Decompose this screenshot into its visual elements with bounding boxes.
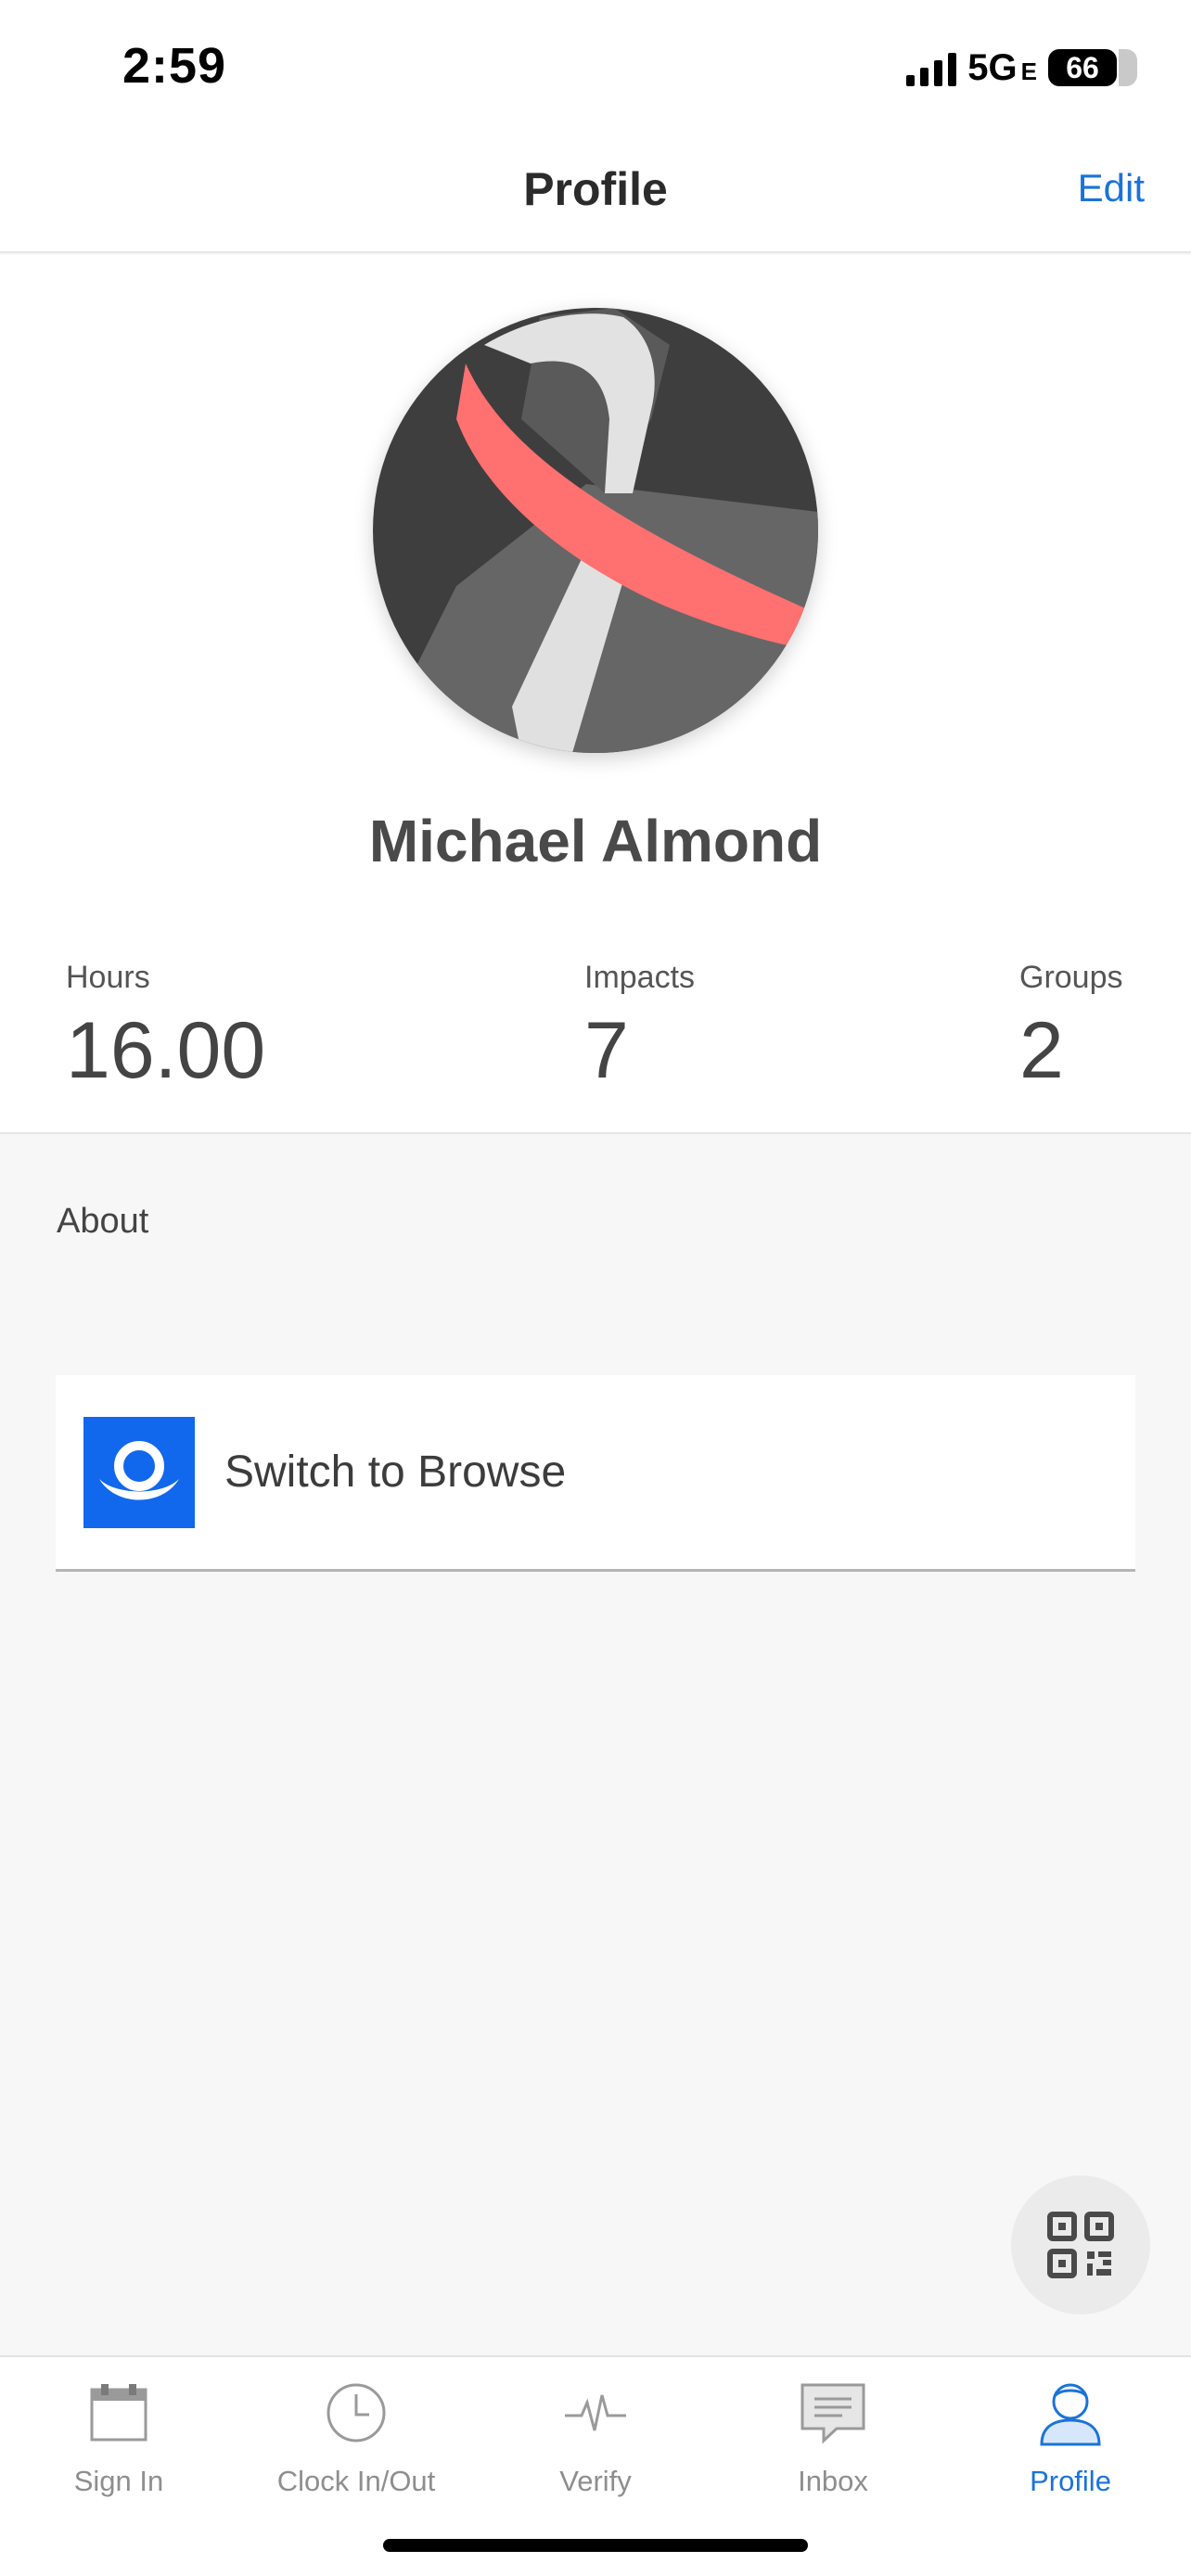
- tab-label: Profile: [1030, 2465, 1111, 2497]
- tab-label: Inbox: [798, 2465, 868, 2497]
- status-bar: 2:59 5G E 66: [0, 0, 1191, 134]
- status-time: 2:59: [122, 38, 227, 94]
- stat-value: 16.00: [66, 1006, 266, 1095]
- stat-label: Hours: [66, 960, 150, 995]
- home-indicator[interactable]: [383, 2539, 808, 2552]
- navigation-header: Profile Edit: [0, 134, 1191, 253]
- stat-value: 7: [584, 1006, 629, 1095]
- profile-screen: 2:59 5G E 66 Profile Edit Michael Almond…: [0, 0, 1191, 2576]
- battery-empty-portion: [1119, 49, 1137, 86]
- user-name: Michael Almond: [368, 808, 823, 874]
- qr-code-icon: [1047, 2212, 1114, 2278]
- tab-clock-in-out[interactable]: Clock In/Out: [237, 2376, 475, 2515]
- calendar-icon: [82, 2376, 156, 2450]
- clock-icon: [319, 2376, 393, 2450]
- stat-label: Groups: [1019, 960, 1123, 995]
- about-heading: About: [57, 1202, 149, 1241]
- awareness-ribbon-avatar-icon: [373, 308, 818, 753]
- qr-code-button[interactable]: [1011, 2175, 1150, 2315]
- stat-label: Impacts: [584, 960, 696, 995]
- status-indicators: 5G E 66: [906, 45, 1137, 91]
- network-suffix: E: [1020, 57, 1037, 85]
- tab-profile[interactable]: Profile: [952, 2376, 1189, 2515]
- switch-to-browse-label: Switch to Browse: [224, 1447, 567, 1497]
- stat-hours: Hours 16.00: [66, 960, 265, 1090]
- browse-logo-icon: [83, 1416, 195, 1528]
- profile-card: Michael Almond Hours 16.00 Impacts 7 Gro…: [0, 255, 1191, 1134]
- tab-inbox[interactable]: Inbox: [714, 2376, 952, 2515]
- edit-button[interactable]: Edit: [1078, 166, 1145, 210]
- stat-groups[interactable]: Groups 2: [1019, 960, 1123, 1090]
- tab-label: Sign In: [73, 2465, 164, 2497]
- network-indicator: 5G E: [967, 47, 1037, 89]
- tab-sign-in[interactable]: Sign In: [0, 2376, 237, 2515]
- message-icon: [796, 2376, 870, 2450]
- person-icon: [1033, 2376, 1108, 2450]
- battery-level: 66: [1066, 50, 1099, 84]
- tab-verify[interactable]: Verify: [477, 2376, 714, 2515]
- page-title: Profile: [523, 163, 668, 215]
- stat-value: 2: [1019, 1006, 1064, 1095]
- switch-to-browse-button[interactable]: Switch to Browse: [56, 1375, 1135, 1572]
- tab-label: Verify: [559, 2465, 632, 2497]
- battery-icon: 66: [1048, 49, 1137, 86]
- pulse-icon: [558, 2376, 633, 2450]
- avatar[interactable]: [373, 308, 818, 753]
- network-type: 5G: [967, 46, 1018, 88]
- signal-strength-icon: [906, 49, 957, 86]
- stat-impacts[interactable]: Impacts 7: [584, 960, 695, 1090]
- tab-label: Clock In/Out: [276, 2465, 436, 2497]
